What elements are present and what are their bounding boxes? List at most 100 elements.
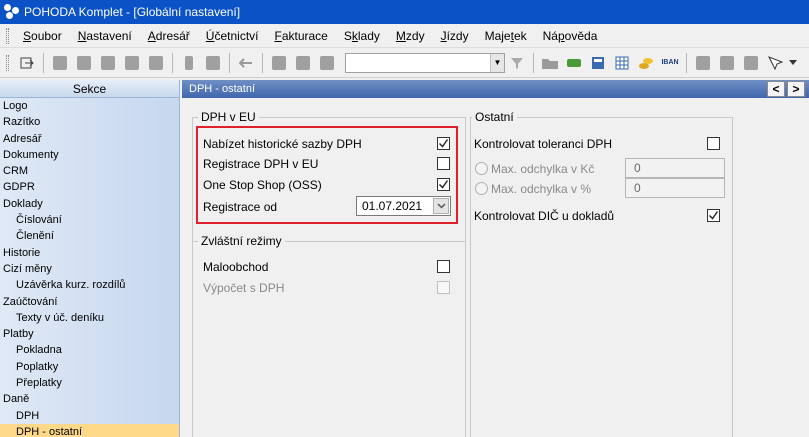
folder-icon[interactable] xyxy=(539,52,561,74)
coins-icon[interactable] xyxy=(635,52,657,74)
sidebar-item[interactable]: Zaúčtování xyxy=(0,294,179,310)
money-icon[interactable] xyxy=(563,52,585,74)
sidebar-item[interactable]: Historie xyxy=(0,245,179,261)
sidebar-item[interactable]: Členění xyxy=(0,228,179,244)
sidebar-item[interactable]: CRM xyxy=(0,163,179,179)
export-icon[interactable] xyxy=(145,52,167,74)
menu-grip[interactable] xyxy=(6,27,9,44)
sidebar-item[interactable]: DPH - ostatní xyxy=(0,423,179,437)
dic-label: Kontrolovat DIČ u dokladů xyxy=(474,209,615,223)
help-icon[interactable] xyxy=(764,52,786,74)
sidebar-item[interactable]: Poplatky xyxy=(0,359,179,375)
section-list: Logo Razítko Adresář Dokumenty CRM GDPR Doklad… xyxy=(0,98,179,437)
menu-adresar[interactable]: Adresář xyxy=(140,24,198,48)
tools-icon[interactable] xyxy=(202,52,224,74)
calculator-icon[interactable] xyxy=(587,52,609,74)
retail-checkbox[interactable] xyxy=(437,260,450,273)
max-kc-radio[interactable] xyxy=(475,162,488,175)
menu-nastaveni[interactable]: Nastavení xyxy=(70,24,140,48)
vat-calc-label: Výpočet s DPH xyxy=(203,281,285,295)
sidebar-item[interactable]: Razítko xyxy=(0,114,179,130)
message-icon[interactable] xyxy=(692,52,714,74)
sidebar-item[interactable]: Uzávěrka kurz. rozdílů xyxy=(0,277,179,293)
list-icon[interactable] xyxy=(716,52,738,74)
previous-section-button[interactable]: < xyxy=(767,81,785,97)
registration-from-date-input[interactable]: 01.07.2021 xyxy=(356,196,451,216)
sidebar-header: Sekce xyxy=(0,80,179,98)
section-sidebar: Sekce Logo Razítko Adresář Dokumenty CRM GDPR… xyxy=(0,80,180,437)
retail-label: Maloobchod xyxy=(203,260,269,274)
chevron-down-icon[interactable] xyxy=(788,52,798,74)
panel-header: DPH - ostatní < > xyxy=(182,80,809,98)
sidebar-item[interactable]: GDPR xyxy=(0,179,179,195)
dph-eu-group-title: DPH v EU xyxy=(198,110,259,124)
other-group-title: Ostatní xyxy=(472,110,517,124)
max-kc-label: Max. odchylka v Kč xyxy=(491,162,595,176)
sidebar-item[interactable]: DPH xyxy=(0,408,179,424)
checkmark-icon xyxy=(439,180,449,189)
chevron-down-icon[interactable]: ▼ xyxy=(490,53,504,72)
panel-title: DPH - ostatní xyxy=(189,83,256,95)
sidebar-item[interactable]: Adresář xyxy=(0,131,179,147)
checkmark-icon xyxy=(709,211,719,220)
menu-majetek[interactable]: Majetek xyxy=(477,24,535,48)
sidebar-item[interactable]: Cizí měny xyxy=(0,261,179,277)
paste-icon[interactable] xyxy=(73,52,95,74)
chevron-down-icon[interactable] xyxy=(433,198,449,214)
title-bar: POHODA Komplet - [Globální nastavení] xyxy=(0,0,809,24)
table-icon[interactable] xyxy=(611,52,633,74)
save-icon[interactable] xyxy=(292,52,314,74)
vat-calc-checkbox[interactable] xyxy=(437,281,450,294)
menu-sklady[interactable]: Sklady xyxy=(336,24,388,48)
menu-napoveda[interactable]: Nápověda xyxy=(535,24,606,48)
menu-ucetnictvi[interactable]: Účetnictví xyxy=(198,24,267,48)
pohoda-app-icon[interactable] xyxy=(4,4,20,20)
sidebar-item[interactable]: Dokumenty xyxy=(0,147,179,163)
menu-fakturace[interactable]: Fakturace xyxy=(266,24,335,48)
settings-panel: DPH - ostatní < > DPH v EU Nabízet histo… xyxy=(182,80,809,437)
menu-jizdy[interactable]: Jízdy xyxy=(433,24,477,48)
preview-icon[interactable] xyxy=(97,52,119,74)
iban-icon[interactable]: IBAN xyxy=(659,52,681,74)
max-pct-radio[interactable] xyxy=(475,182,488,195)
sidebar-item[interactable]: Přeplatky xyxy=(0,375,179,391)
back-to-agenda-icon[interactable] xyxy=(16,52,38,74)
info-icon[interactable] xyxy=(178,52,200,74)
max-pct-input[interactable]: 0 xyxy=(625,178,725,198)
copy-icon[interactable] xyxy=(49,52,71,74)
quick-filter-combo[interactable]: ▼ xyxy=(345,52,505,73)
sidebar-item[interactable]: Daně xyxy=(0,391,179,407)
menu-mzdy[interactable]: Mzdy xyxy=(388,24,433,48)
oss-label: One Stop Shop (OSS) xyxy=(203,178,322,192)
historic-rates-checkbox[interactable] xyxy=(437,137,450,150)
registration-from-label: Registrace od xyxy=(203,200,278,214)
dic-checkbox[interactable] xyxy=(707,209,720,222)
sidebar-item[interactable]: Doklady xyxy=(0,196,179,212)
window-icon[interactable] xyxy=(740,52,762,74)
tolerance-label: Kontrolovat toleranci DPH xyxy=(474,137,613,151)
sidebar-item[interactable]: Texty v úč. deníku xyxy=(0,310,179,326)
oss-checkbox[interactable] xyxy=(437,178,450,191)
checkmark-icon xyxy=(439,139,449,148)
registration-eu-checkbox[interactable] xyxy=(437,157,450,170)
edit-icon[interactable] xyxy=(268,52,290,74)
arrow-left-icon[interactable] xyxy=(235,52,257,74)
max-kc-input[interactable]: 0 xyxy=(625,158,725,178)
print-icon[interactable] xyxy=(121,52,143,74)
historic-rates-label: Nabízet historické sazby DPH xyxy=(203,137,362,151)
max-pct-label: Max. odchylka v % xyxy=(491,182,592,196)
registration-eu-label: Registrace DPH v EU xyxy=(203,157,319,171)
tolerance-checkbox[interactable] xyxy=(707,137,720,150)
toolbar-grip[interactable] xyxy=(6,54,9,71)
sidebar-item[interactable]: Platby xyxy=(0,326,179,342)
sidebar-item[interactable]: Pokladna xyxy=(0,342,179,358)
next-section-button[interactable]: > xyxy=(787,81,805,97)
toolbar: ▼ IBAN xyxy=(0,48,809,78)
sidebar-item[interactable]: Logo xyxy=(0,98,179,114)
window-title: POHODA Komplet - [Globální nastavení] xyxy=(24,5,241,19)
sidebar-item[interactable]: Číslování xyxy=(0,212,179,228)
filter-icon[interactable] xyxy=(506,52,528,74)
clipboard-icon[interactable] xyxy=(316,52,338,74)
menu-bar: Soubor Nastavení Adresář Účetnictví Fakturac… xyxy=(0,24,809,48)
menu-soubor[interactable]: Soubor xyxy=(15,24,70,48)
